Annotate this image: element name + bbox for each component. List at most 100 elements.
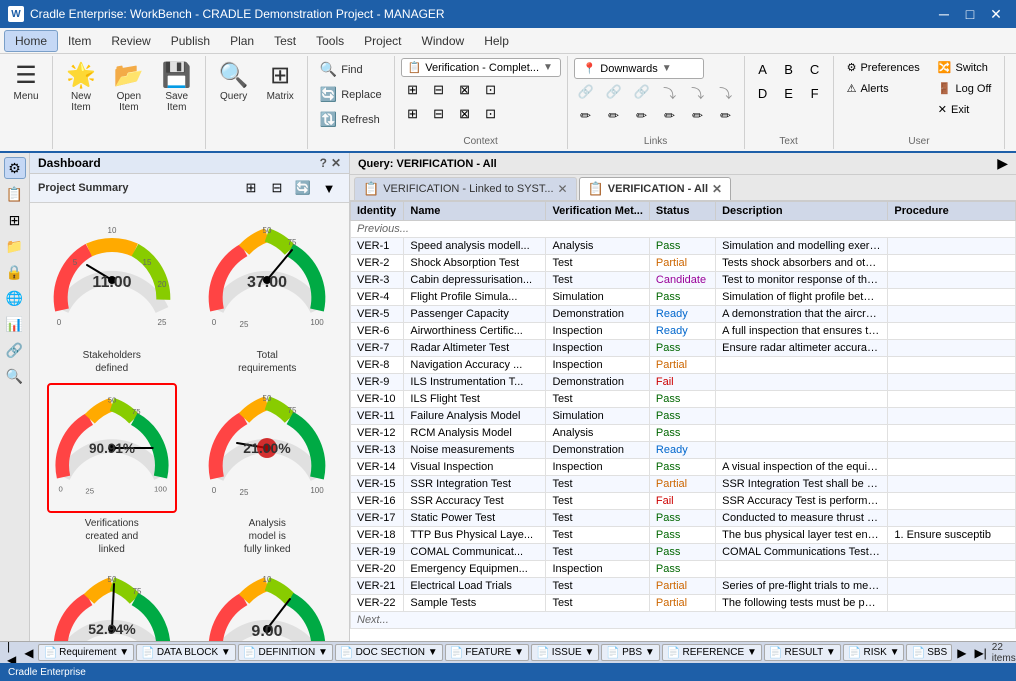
- table-row[interactable]: VER-8 Navigation Accuracy ... Inspection…: [351, 357, 1016, 374]
- panel-sub-controls[interactable]: ⊞ ⊟ 🔄 ▼: [239, 177, 341, 199]
- sidebar-icon-6[interactable]: 🌐: [4, 287, 26, 309]
- link-icon-3[interactable]: 🔗: [630, 81, 654, 103]
- col-header-procedure[interactable]: Procedure: [888, 202, 1016, 221]
- grid-icon-7[interactable]: ⊠: [453, 103, 477, 125]
- status-feature-button[interactable]: 📄 FEATURE ▼: [445, 644, 529, 661]
- new-item-button[interactable]: 🌟 New Item: [59, 58, 103, 117]
- table-row[interactable]: VER-3 Cabin depressurisation... Test Can…: [351, 272, 1016, 289]
- link-icon-2[interactable]: 🔗: [602, 81, 626, 103]
- sidebar-icon-8[interactable]: 🔗: [4, 339, 26, 361]
- table-row[interactable]: VER-1 Speed analysis modell... Analysis …: [351, 238, 1016, 255]
- preferences-button[interactable]: ⚙ Preferences: [840, 58, 927, 77]
- find-button[interactable]: 🔍 Find: [314, 58, 388, 81]
- table-row[interactable]: VER-7 Radar Altimeter Test Inspection Pa…: [351, 340, 1016, 357]
- sidebar-icon-9[interactable]: 🔍: [4, 365, 26, 387]
- text-format-4[interactable]: D: [751, 82, 775, 104]
- text-format-2[interactable]: B: [777, 58, 801, 80]
- matrix-button[interactable]: ⊞ Matrix: [260, 58, 301, 106]
- status-pbs-button[interactable]: 📄 PBS ▼: [601, 644, 659, 661]
- status-reference-button[interactable]: 📄 REFERENCE ▼: [662, 644, 762, 661]
- menu-home[interactable]: Home: [4, 30, 58, 52]
- status-risk-button[interactable]: 📄 RISK ▼: [843, 644, 905, 661]
- open-item-button[interactable]: 📂 Open Item: [107, 58, 151, 117]
- col-header-method[interactable]: Verification Met...: [546, 202, 649, 221]
- replace-button[interactable]: 🔄 Replace: [314, 83, 388, 106]
- table-row[interactable]: VER-15 SSR Integration Test Test Partial…: [351, 476, 1016, 493]
- menu-window[interactable]: Window: [412, 31, 475, 51]
- text-icon-4[interactable]: ✏: [658, 105, 682, 127]
- status-docsection-button[interactable]: 📄 DOC SECTION ▼: [335, 644, 443, 661]
- exit-button[interactable]: ✕ Exit: [931, 100, 999, 119]
- save-item-button[interactable]: 💾 Save Item: [155, 58, 199, 117]
- alerts-button[interactable]: ⚠ Alerts: [840, 79, 927, 98]
- sidebar-icon-5[interactable]: 🔒: [4, 261, 26, 283]
- text-icon-2[interactable]: ✏: [602, 105, 626, 127]
- menu-item[interactable]: Item: [58, 31, 101, 51]
- col-header-name[interactable]: Name: [404, 202, 546, 221]
- table-row[interactable]: VER-13 Noise measurements Demonstration …: [351, 442, 1016, 459]
- text-format-5[interactable]: E: [777, 82, 801, 104]
- switch-button[interactable]: 🔀 Switch: [931, 58, 999, 77]
- menu-plan[interactable]: Plan: [220, 31, 264, 51]
- nav-prev-icon[interactable]: ◀: [21, 645, 36, 661]
- text-format-1[interactable]: A: [751, 58, 775, 80]
- table-row[interactable]: VER-2 Shock Absorption Test Test Partial…: [351, 255, 1016, 272]
- maximize-button[interactable]: □: [958, 5, 982, 23]
- status-nav[interactable]: |◀ ◀: [4, 641, 36, 663]
- link-icon-4[interactable]: ⤵: [658, 81, 682, 103]
- col-header-description[interactable]: Description: [716, 202, 888, 221]
- panel-view-icon-1[interactable]: ⊞: [239, 177, 263, 199]
- table-row[interactable]: VER-19 COMAL Communicat... Test Pass COM…: [351, 544, 1016, 561]
- logoff-button[interactable]: 🚪 Log Off: [931, 79, 999, 98]
- col-header-identity[interactable]: Identity: [351, 202, 404, 221]
- verification-dropdown[interactable]: 📋 Verification - Complet... ▼: [401, 58, 561, 77]
- grid-icon-3[interactable]: ⊠: [453, 79, 477, 101]
- tab-close-1[interactable]: ✕: [558, 183, 568, 195]
- panel-refresh-icon[interactable]: 🔄: [291, 177, 315, 199]
- grid-icon-8[interactable]: ⊡: [479, 103, 503, 125]
- query-button[interactable]: 🔍 Query: [212, 58, 256, 106]
- table-row[interactable]: VER-18 TTP Bus Physical Laye... Test Pas…: [351, 527, 1016, 544]
- table-row[interactable]: VER-17 Static Power Test Test Pass Condu…: [351, 510, 1016, 527]
- menu-test[interactable]: Test: [264, 31, 306, 51]
- sidebar-icon-7[interactable]: 📊: [4, 313, 26, 335]
- sidebar-icon-3[interactable]: ⊞: [4, 209, 26, 231]
- table-row[interactable]: VER-6 Airworthiness Certific... Inspecti…: [351, 323, 1016, 340]
- table-row[interactable]: VER-14 Visual Inspection Inspection Pass…: [351, 459, 1016, 476]
- link-icon-5[interactable]: ⤵: [686, 81, 710, 103]
- menu-button[interactable]: ☰ Menu: [6, 58, 46, 106]
- grid-icon-4[interactable]: ⊡: [479, 79, 503, 101]
- table-row[interactable]: VER-11 Failure Analysis Model Simulation…: [351, 408, 1016, 425]
- status-definition-button[interactable]: 📄 DEFINITION ▼: [238, 644, 333, 661]
- tab-close-2[interactable]: ✕: [712, 183, 722, 195]
- table-row[interactable]: VER-4 Flight Profile Simula... Simulatio…: [351, 289, 1016, 306]
- direction-dropdown[interactable]: 📍 Downwards ▼: [574, 58, 704, 79]
- link-icon-1[interactable]: 🔗: [574, 81, 598, 103]
- nav-next-icon[interactable]: ▶: [954, 645, 969, 661]
- link-icon-6[interactable]: ⤵: [714, 81, 738, 103]
- sidebar-icon-4[interactable]: 📁: [4, 235, 26, 257]
- panel-help-icon[interactable]: ?: [320, 156, 327, 170]
- table-row[interactable]: VER-9 ILS Instrumentation T... Demonstra…: [351, 374, 1016, 391]
- menu-review[interactable]: Review: [101, 31, 160, 51]
- sidebar-icon-dashboard[interactable]: ⚙: [4, 157, 26, 179]
- table-row[interactable]: VER-12 RCM Analysis Model Analysis Pass: [351, 425, 1016, 442]
- status-sbs-button[interactable]: 📄 SBS: [906, 644, 952, 661]
- table-row[interactable]: VER-20 Emergency Equipmen... Inspection …: [351, 561, 1016, 578]
- sidebar-icon-2[interactable]: 📋: [4, 183, 26, 205]
- status-result-button[interactable]: 📄 RESULT ▼: [764, 644, 841, 661]
- text-format-3[interactable]: C: [803, 58, 827, 80]
- menu-help[interactable]: Help: [474, 31, 519, 51]
- panel-controls[interactable]: ? ✕: [320, 156, 341, 170]
- table-row[interactable]: VER-22 Sample Tests Test Partial The fol…: [351, 595, 1016, 612]
- text-icon-5[interactable]: ✏: [686, 105, 710, 127]
- table-row[interactable]: VER-10 ILS Flight Test Test Pass: [351, 391, 1016, 408]
- query-expand-icon[interactable]: ▶: [997, 155, 1008, 172]
- table-row[interactable]: VER-16 SSR Accuracy Test Test Fail SSR A…: [351, 493, 1016, 510]
- window-controls[interactable]: ─ □ ✕: [932, 5, 1008, 23]
- grid-icon-5[interactable]: ⊞: [401, 103, 425, 125]
- close-button[interactable]: ✕: [984, 5, 1008, 23]
- nav-last-icon[interactable]: ▶|: [971, 645, 989, 661]
- text-format-6[interactable]: F: [803, 82, 827, 104]
- text-icon-6[interactable]: ✏: [714, 105, 738, 127]
